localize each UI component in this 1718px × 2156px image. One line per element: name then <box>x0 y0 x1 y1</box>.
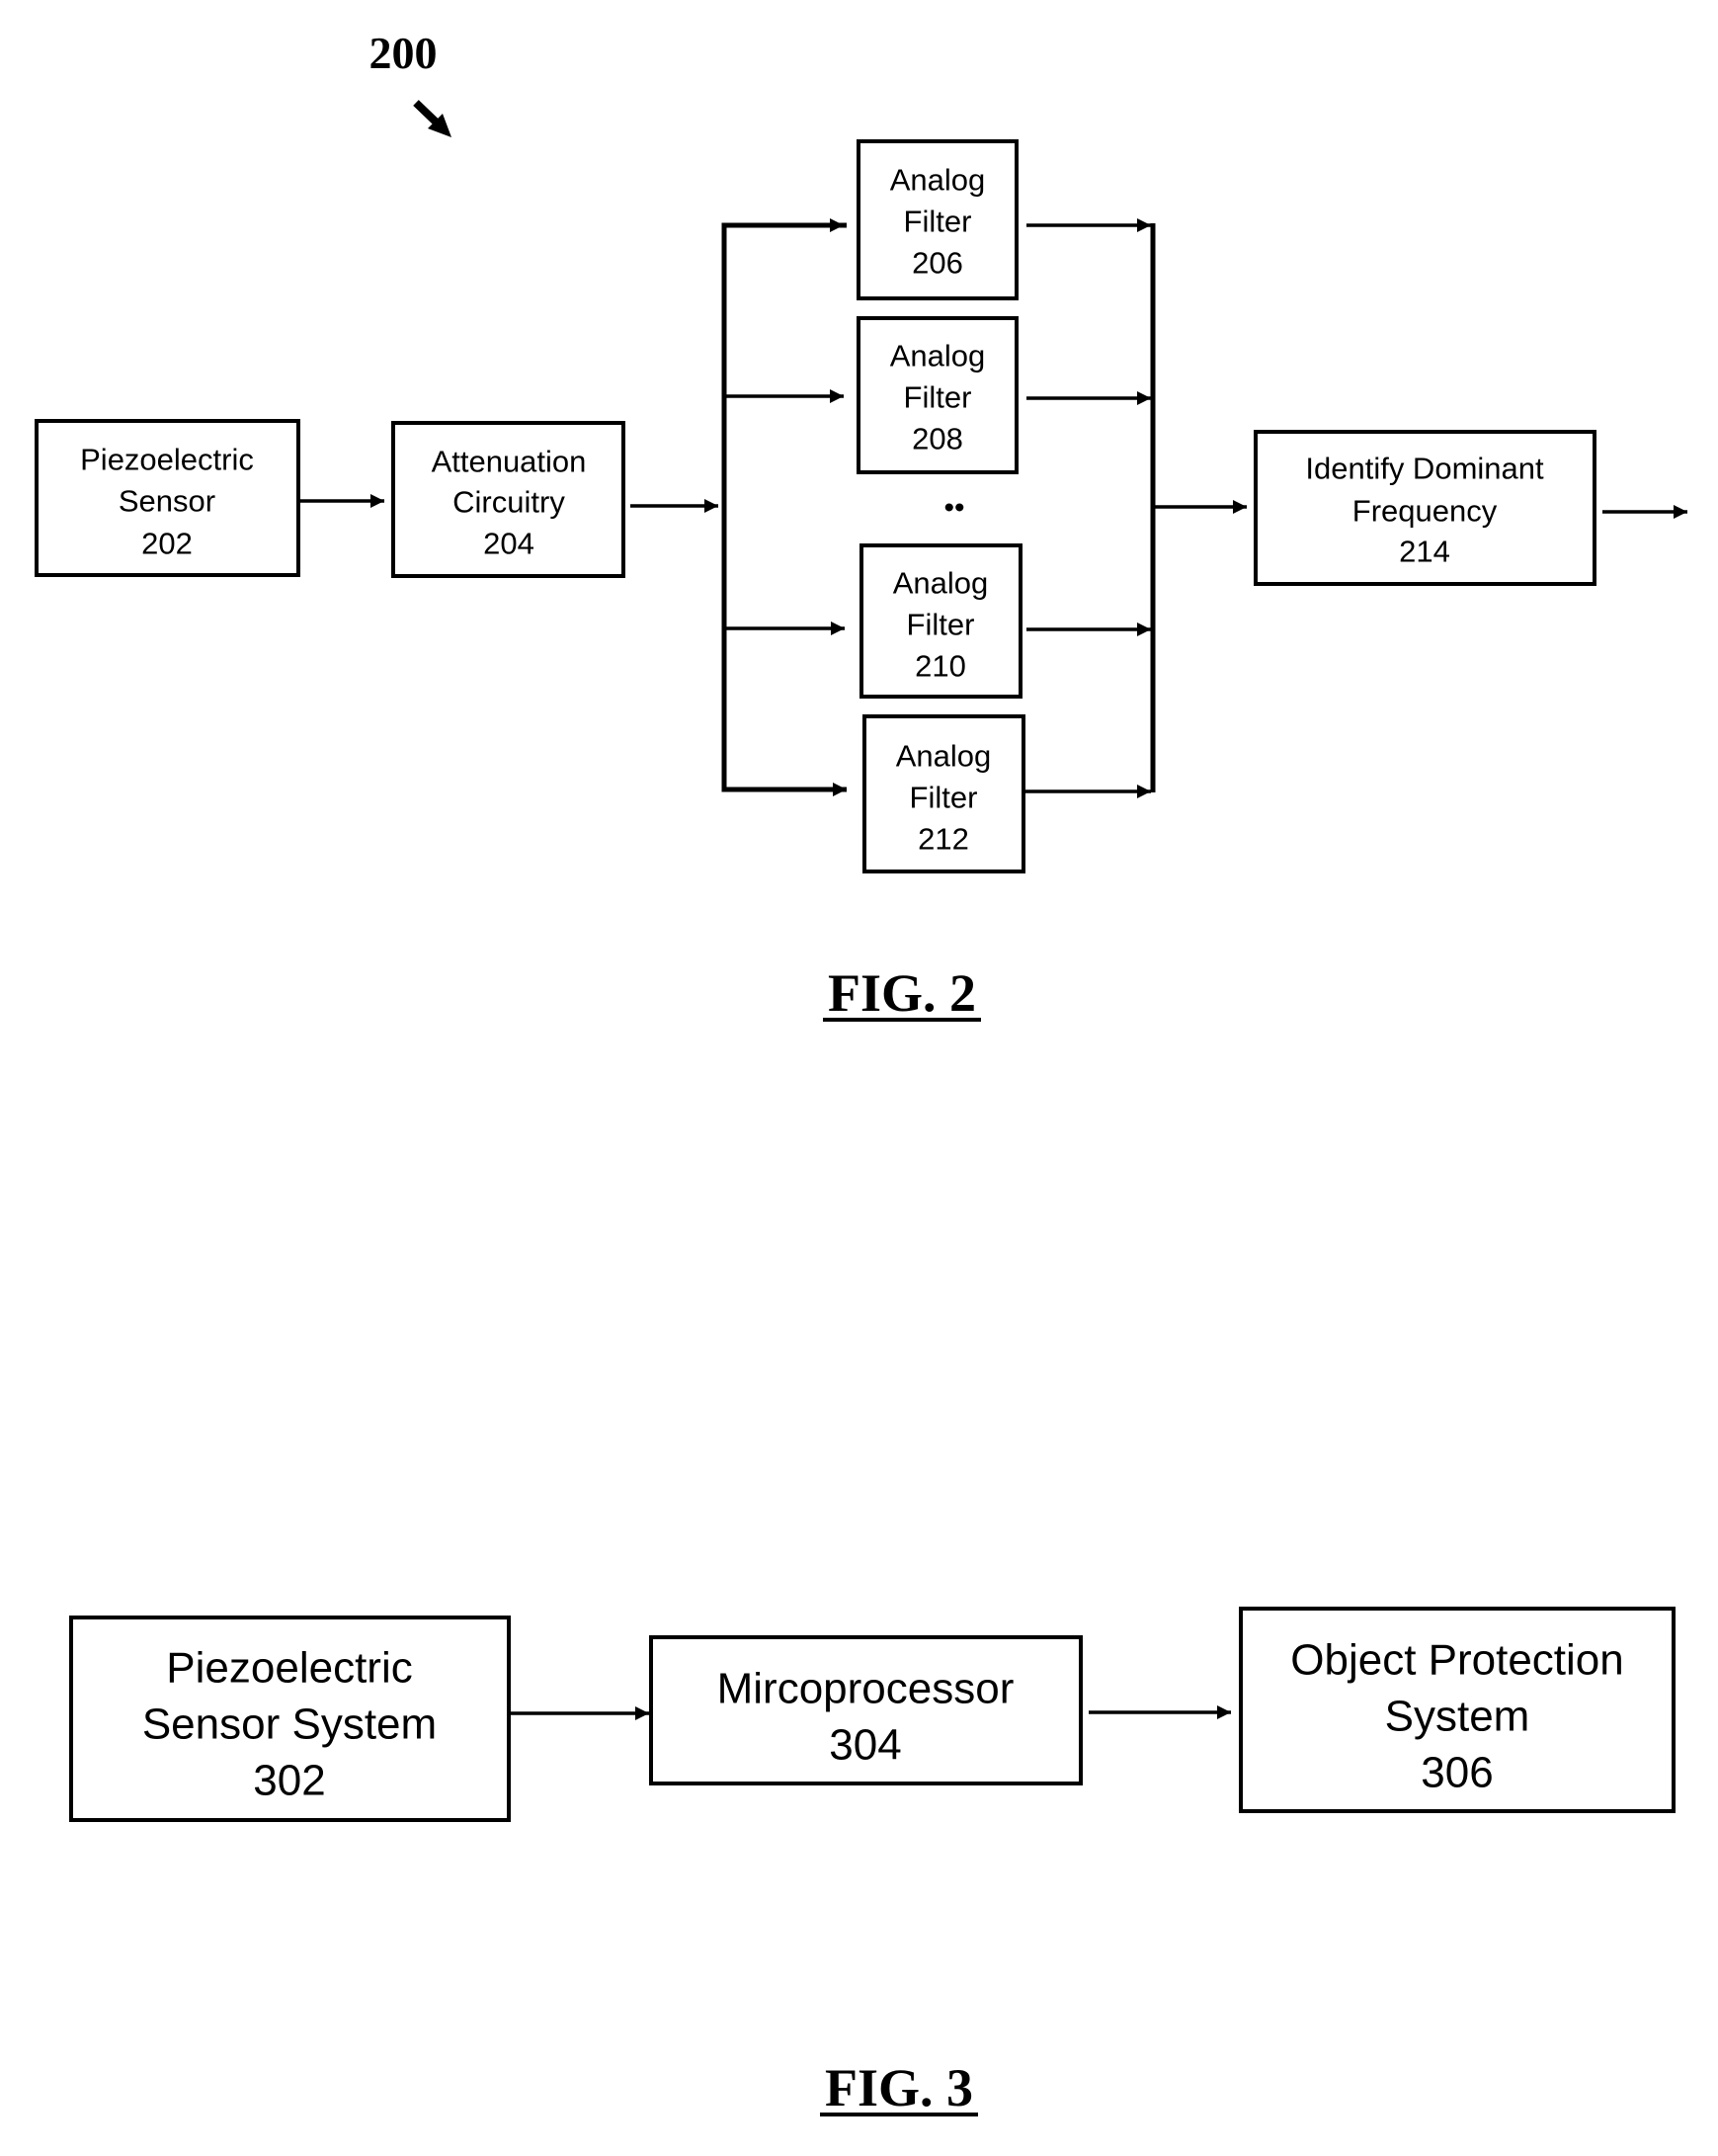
figure-caption: FIG. 2 <box>828 963 976 1023</box>
block-object-protection-system-306: Object Protection System 306 <box>1239 1607 1676 1813</box>
block-label-line: Circuitry <box>452 485 565 520</box>
block-reference-number: 212 <box>918 822 969 857</box>
block-label-line: Mircoprocessor <box>717 1665 1015 1713</box>
continuation-ellipsis: •• <box>943 492 964 525</box>
reference-numeral-200: 200 <box>369 28 438 78</box>
block-label-line: Filter <box>904 380 972 415</box>
block-reference-number: 214 <box>1399 535 1450 569</box>
block-analog-filter-208: Analog Filter 208 <box>857 316 1019 474</box>
block-reference-number: 208 <box>912 422 963 456</box>
block-identify-dominant-frequency-214: Identify Dominant Frequency 214 <box>1254 430 1596 586</box>
block-label-line: Sensor <box>119 484 215 519</box>
block-reference-number: 306 <box>1421 1749 1493 1797</box>
block-reference-number: 202 <box>141 527 193 561</box>
block-label-line: Analog <box>890 339 986 373</box>
block-label-line: Object Protection <box>1290 1636 1624 1685</box>
block-label-line: Frequency <box>1352 494 1498 529</box>
block-label-line: Analog <box>893 566 989 601</box>
split-bus <box>721 222 847 792</box>
block-label-line: Piezoelectric <box>80 443 254 477</box>
block-piezoelectric-sensor-system-302: Piezoelectric Sensor System 302 <box>69 1616 511 1822</box>
block-attenuation-circuitry-204: Attenuation Circuitry 204 <box>391 421 625 578</box>
block-analog-filter-206: Analog Filter 206 <box>857 139 1019 300</box>
block-piezoelectric-sensor-202: Piezoelectric Sensor 202 <box>35 419 300 577</box>
block-label-line: Identify Dominant <box>1305 452 1544 486</box>
reference-pointer-arrow-icon <box>413 100 451 137</box>
block-reference-number: 210 <box>915 649 966 684</box>
block-label-line: Analog <box>890 163 986 198</box>
block-label-line: System <box>1385 1693 1530 1741</box>
block-reference-number: 206 <box>912 246 963 281</box>
block-label-line: Attenuation <box>432 445 587 479</box>
block-label-line: Analog <box>896 739 992 774</box>
figure-caption: FIG. 3 <box>825 2058 973 2117</box>
block-microprocessor-304: Mircoprocessor 304 <box>649 1635 1083 1785</box>
figure-2: 200 Piezoelectric Sensor 202 Attenuation… <box>35 28 1687 1023</box>
patent-drawing-sheet: 200 Piezoelectric Sensor 202 Attenuation… <box>35 28 1687 2117</box>
block-reference-number: 302 <box>253 1757 325 1805</box>
block-label-line: Filter <box>904 205 972 239</box>
block-reference-number: 204 <box>483 527 534 561</box>
block-label-line: Filter <box>910 781 978 815</box>
block-label-line: Filter <box>907 608 975 642</box>
block-label-line: Piezoelectric <box>166 1644 412 1693</box>
block-analog-filter-210: Analog Filter 210 <box>859 543 1023 699</box>
block-reference-number: 304 <box>829 1721 901 1770</box>
figure-3: Piezoelectric Sensor System 302 Mircopro… <box>69 1607 1676 2117</box>
block-analog-filter-212: Analog Filter 212 <box>862 714 1025 873</box>
block-label-line: Sensor System <box>142 1700 437 1749</box>
